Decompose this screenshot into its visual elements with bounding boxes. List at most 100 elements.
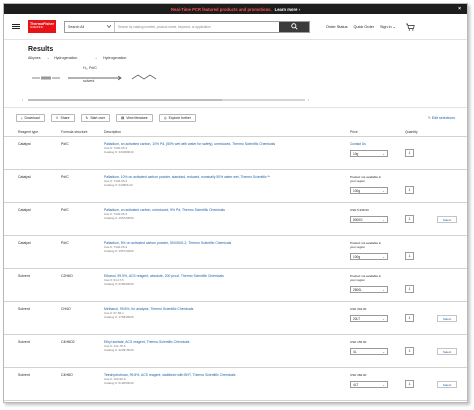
size-value: 2500L: [353, 287, 362, 292]
breadcrumb-arrow: →: [94, 56, 98, 60]
select-button[interactable]: Select: [437, 381, 457, 388]
quantity-input[interactable]: 1: [405, 149, 414, 157]
solvent-label: solvent: [83, 79, 95, 83]
size-dropdown[interactable]: 4L ⌄: [350, 348, 388, 355]
header-formula: Formula structure: [61, 130, 88, 134]
description-cell: Palladium, on activated carbon, 10% Pd, …: [104, 137, 350, 169]
share-button[interactable]: ⇪ Share: [50, 114, 75, 122]
sign-in-link[interactable]: Sign in ⌄: [380, 24, 396, 29]
catalog-number: Catalog #: 423970040: [104, 348, 134, 353]
search-icon: [290, 23, 298, 30]
select-button[interactable]: Select: [437, 348, 457, 355]
price-text: your region: [350, 179, 366, 183]
reaction-diagram: [32, 74, 157, 81]
formula: Pd/C: [61, 241, 69, 245]
sign-in-label: Sign in: [380, 25, 392, 29]
catalog-number: Catalog #: 195720050: [104, 216, 134, 221]
price-cell: Product not available in your region 2500…: [350, 269, 405, 301]
description-cell: Palladium, on activated carbon, unreduce…: [104, 203, 350, 235]
share-icon: ⇪: [55, 116, 59, 120]
chevron-down-icon: ⌄: [382, 382, 385, 387]
price-cell: USD 5,938.00 5000G ⌄: [350, 203, 405, 235]
price-cell: USD 155.00 4L ⌄: [350, 335, 405, 367]
table-row: Catalyst Pd/C Palladium, on activated ca…: [4, 203, 467, 236]
reagent-type: Solvent: [18, 340, 30, 344]
description-cell: Ethanol, 99.5%, ACS reagent, absolute, 2…: [104, 269, 350, 301]
price-text: USD 155.00: [350, 340, 367, 344]
size-dropdown[interactable]: 100g ⌄: [350, 187, 388, 194]
size-dropdown[interactable]: 100g ⌄: [350, 253, 388, 260]
breadcrumb-hydrogenation-2: Hydrogenation: [103, 56, 127, 60]
chevron-down-icon: ⌄: [382, 188, 385, 193]
search-scope-dropdown[interactable]: Search All: [65, 21, 115, 32]
price-text: USD 304.00: [350, 307, 367, 311]
quantity-input[interactable]: 1: [405, 285, 414, 293]
quantity-input[interactable]: 1: [405, 215, 414, 223]
catalog-number: Catalog #: 195710250: [104, 249, 134, 254]
select-button[interactable]: Select: [437, 216, 457, 223]
start-over-button[interactable]: ↻ Start over: [80, 114, 111, 122]
reagent-type: Catalyst: [18, 142, 31, 146]
results-title: Results: [28, 46, 54, 53]
horizontal-scrollbar[interactable]: [28, 99, 305, 101]
thermofisher-logo[interactable]: ThermoFisher SCIENTIFIC: [28, 20, 56, 33]
edit-selections-link[interactable]: ✎ Edit selections: [428, 116, 455, 120]
browser-frame: Real-Time PCR featured products and prom…: [3, 3, 468, 403]
size-dropdown[interactable]: 5000G ⌄: [350, 216, 388, 223]
table-row: Solvent C4H8O Tetrahydrofuran, 99.8%, AC…: [4, 368, 467, 401]
formula: C2H6O: [61, 274, 73, 278]
download-button[interactable]: ⤓ Download: [16, 114, 45, 122]
scroll-left-icon[interactable]: ‹: [22, 97, 23, 102]
search-button[interactable]: [279, 21, 309, 32]
quantity-input[interactable]: 1: [405, 380, 414, 388]
download-label: Download: [24, 116, 40, 120]
formula: CH4O: [61, 307, 71, 311]
reagent-type: Catalyst: [18, 208, 31, 212]
quantity-input[interactable]: 1: [405, 347, 414, 355]
breadcrumb-arrow: →: [46, 56, 50, 60]
table-header: Reagent type Formula structure Descripti…: [4, 128, 467, 137]
size-dropdown[interactable]: 20LT ⌄: [350, 315, 388, 322]
book-icon: ▤: [121, 116, 125, 120]
logo-sub-text: SCIENTIFIC: [30, 25, 44, 29]
search-bar: Search All Search by catalog number, pro…: [64, 20, 310, 33]
price-text: USD 5,938.00: [350, 208, 369, 212]
description-cell: Palladium, 10% on activated carbon powde…: [104, 170, 350, 202]
promo-learn-more-link[interactable]: Learn more ›: [275, 7, 300, 12]
price-cell: USD 382.00 4LT ⌄: [350, 368, 405, 400]
size-value: 100g: [353, 188, 361, 193]
scrollbar-thumb[interactable]: [28, 99, 222, 101]
description-cell: Ethyl acetate, ACS reagent, Thermo Scien…: [104, 335, 350, 367]
explore-further-button[interactable]: ◎ Explore further: [158, 114, 196, 122]
scroll-right-icon[interactable]: ›: [308, 97, 309, 102]
table-body: Catalyst Pd/C Palladium, on activated ca…: [4, 137, 467, 401]
formula: Pd/C: [61, 175, 69, 179]
quantity-cell: 1: [405, 170, 431, 202]
select-button[interactable]: Select: [437, 315, 457, 322]
order-status-link[interactable]: Order Status: [326, 25, 348, 29]
reaction-scheme[interactable]: Alkynes → Hydrogenation → Hydrogenation …: [28, 56, 443, 96]
price-text[interactable]: Contact Us: [350, 142, 405, 146]
menu-icon[interactable]: [12, 23, 20, 30]
results-section: Results Alkynes → Hydrogenation → Hydrog…: [4, 40, 467, 108]
size-value: 100g: [353, 254, 361, 259]
quantity-input[interactable]: 1: [405, 314, 414, 322]
size-dropdown[interactable]: 4LT ⌄: [350, 381, 388, 388]
quantity-cell: 1: [405, 137, 431, 169]
price-text: your region: [350, 278, 366, 282]
size-dropdown[interactable]: 2500L ⌄: [350, 286, 388, 293]
price-text: your region: [350, 245, 366, 249]
size-value: 20LT: [353, 316, 361, 321]
quick-order-link[interactable]: Quick Order: [354, 25, 374, 29]
search-input[interactable]: Search by catalog number, product name, …: [115, 22, 279, 32]
quantity-input[interactable]: 1: [405, 186, 414, 194]
cart-icon[interactable]: [405, 23, 415, 31]
quantity-cell: 1: [405, 302, 431, 334]
quantity-input[interactable]: 1: [405, 252, 414, 260]
reagent-type: Catalyst: [18, 241, 31, 245]
size-dropdown[interactable]: 10g ⌄: [350, 150, 388, 157]
quantity-cell: 1: [405, 269, 431, 301]
view-literature-button[interactable]: ▤ View literature: [116, 114, 153, 122]
price-cell: Contact Us 10g ⌄: [350, 137, 405, 169]
promo-close-icon[interactable]: ×: [458, 6, 461, 12]
